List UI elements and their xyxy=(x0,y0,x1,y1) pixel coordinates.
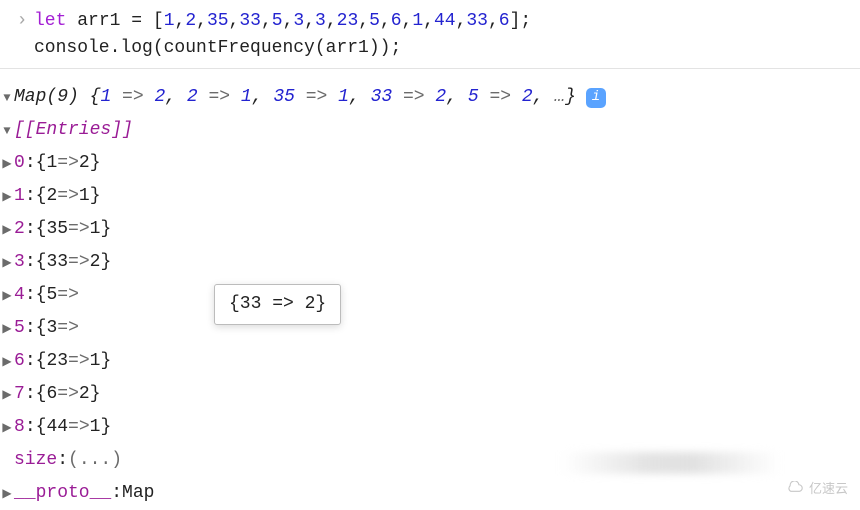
entry-index: 4 xyxy=(14,282,25,309)
entries-label: [[Entries]] xyxy=(14,117,133,144)
entry-value: 1 xyxy=(90,216,101,243)
entry-index: 8 xyxy=(14,414,25,441)
expand-arrow-icon[interactable] xyxy=(0,386,14,404)
entry-key: 23 xyxy=(46,348,68,375)
prompt-chevron-icon: › xyxy=(10,8,34,35)
entry-value: 1 xyxy=(90,348,101,375)
entry-row[interactable]: 7: {6 => 2} xyxy=(0,378,860,411)
info-icon[interactable]: i xyxy=(586,88,606,108)
keyword-let: let xyxy=(34,11,66,31)
entry-key: 3 xyxy=(46,315,57,342)
entry-value: 2 xyxy=(79,381,90,408)
entry-key: 44 xyxy=(46,414,68,441)
console-input-row[interactable]: › let arr1 = [1,2,35,33,5,3,3,23,5,6,1,4… xyxy=(0,8,860,35)
entry-index: 6 xyxy=(14,348,25,375)
expand-arrow-icon[interactable] xyxy=(0,485,14,503)
entry-row[interactable]: 1: {2 => 1} xyxy=(0,180,860,213)
entry-key: 5 xyxy=(46,282,57,309)
proto-value: Map xyxy=(122,480,154,507)
proto-row[interactable]: __proto__: Map xyxy=(0,477,860,510)
map-label: Map(9) xyxy=(14,84,79,111)
code-line-1: let arr1 = [1,2,35,33,5,3,3,23,5,6,1,44,… xyxy=(34,8,531,35)
hover-tooltip: {33 => 2} xyxy=(214,284,341,325)
entry-index: 1 xyxy=(14,183,25,210)
entries-header-row[interactable]: [[Entries]] xyxy=(0,114,860,147)
entry-index: 2 xyxy=(14,216,25,243)
map-summary-pairs: 1 => 2, 2 => 1, 35 => 1, 33 => 2, 5 => 2… xyxy=(100,84,565,111)
entry-key: 35 xyxy=(46,216,68,243)
entry-value: 1 xyxy=(79,183,90,210)
entry-row[interactable]: 2: {35 => 1} xyxy=(0,213,860,246)
size-label: size xyxy=(14,447,57,474)
watermark-text: 亿速云 xyxy=(809,479,848,499)
entry-index: 0 xyxy=(14,150,25,177)
expand-arrow-icon[interactable] xyxy=(0,254,14,272)
entry-key: 1 xyxy=(46,150,57,177)
array-literal: 1,2,35,33,5,3,3,23,5,6,1,44,33,6 xyxy=(164,11,510,31)
expand-arrow-icon[interactable] xyxy=(0,188,14,206)
entry-key: 2 xyxy=(46,183,57,210)
expand-arrow-icon[interactable] xyxy=(0,287,14,305)
entry-value: 2 xyxy=(90,249,101,276)
entry-value: 2 xyxy=(79,150,90,177)
entry-index: 3 xyxy=(14,249,25,276)
expand-arrow-icon[interactable] xyxy=(0,122,14,140)
entry-index: 7 xyxy=(14,381,25,408)
size-value: (...) xyxy=(68,447,122,474)
expand-arrow-icon[interactable] xyxy=(0,353,14,371)
entry-row[interactable]: 4: {5 => xyxy=(0,279,860,312)
expand-arrow-icon[interactable] xyxy=(0,221,14,239)
entry-key: 6 xyxy=(46,381,57,408)
entry-row[interactable]: 5: {3 => xyxy=(0,312,860,345)
proto-label: __proto__ xyxy=(14,480,111,507)
entry-index: 5 xyxy=(14,315,25,342)
entry-row[interactable]: 8: {44 => 1} xyxy=(0,411,860,444)
expand-arrow-icon[interactable] xyxy=(0,419,14,437)
cloud-icon xyxy=(783,481,805,495)
expand-arrow-icon[interactable] xyxy=(0,320,14,338)
var-name: arr1 xyxy=(77,11,120,31)
expand-arrow-icon[interactable] xyxy=(0,155,14,173)
entry-value: 1 xyxy=(90,414,101,441)
decorative-blur xyxy=(560,452,780,474)
expand-arrow-icon[interactable] xyxy=(0,89,14,107)
watermark: 亿速云 xyxy=(783,479,848,499)
entry-row[interactable]: 6: {23 => 1} xyxy=(0,345,860,378)
code-line-2: console.log(countFrequency(arr1)); xyxy=(0,35,860,62)
entry-row[interactable]: 0: {1 => 2} xyxy=(0,147,860,180)
entries-list: 0: {1 => 2}1: {2 => 1}2: {35 => 1}3: {33… xyxy=(0,147,860,444)
entry-key: 33 xyxy=(46,249,68,276)
entry-row[interactable]: 3: {33 => 2} xyxy=(0,246,860,279)
map-summary-row[interactable]: Map(9) {1 => 2, 2 => 1, 35 => 1, 33 => 2… xyxy=(0,81,860,114)
